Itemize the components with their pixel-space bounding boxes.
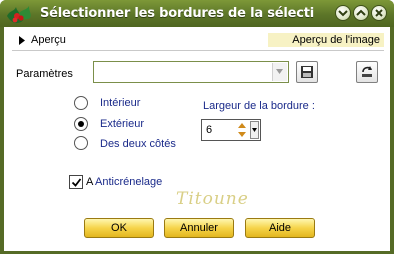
watermark-signature: Titoune — [176, 189, 249, 209]
close-button[interactable] — [371, 5, 387, 21]
cancel-button[interactable]: Annuler — [164, 218, 234, 238]
dialog-window: Sélectionner les bordures de la sélecti … — [0, 0, 394, 254]
radio-exterior[interactable] — [74, 117, 88, 131]
radio-both-sides-label: Des deux côtés — [100, 138, 176, 150]
ok-button[interactable]: OK — [84, 218, 154, 238]
chevron-down-icon — [276, 69, 283, 74]
close-icon — [375, 9, 383, 17]
save-preset-button[interactable] — [296, 61, 318, 83]
reset-button[interactable] — [356, 61, 378, 83]
params-label: Paramètres — [16, 68, 73, 80]
dialog-body: Aperçu Aperçu de l'image Paramètres Inté… — [4, 27, 390, 251]
triangle-right-icon — [19, 36, 25, 45]
window-title: Sélectionner les bordures de la sélecti — [40, 6, 315, 21]
chevron-down-icon — [252, 128, 257, 132]
radio-interior-label: Intérieur — [100, 97, 141, 109]
slider-popout-button[interactable] — [250, 121, 259, 139]
preview-toggle-label: Aperçu — [31, 34, 66, 46]
help-button[interactable]: Aide — [245, 218, 315, 238]
floppy-disk-icon — [301, 66, 313, 78]
spin-arrows-icon[interactable] — [236, 121, 248, 139]
radio-both-sides[interactable] — [74, 136, 88, 150]
border-width-label: Largeur de la bordure : — [203, 100, 315, 112]
checkmark-icon — [71, 178, 82, 187]
radio-interior[interactable] — [74, 96, 88, 110]
rollup-button[interactable] — [335, 5, 351, 21]
holly-icon — [7, 6, 31, 24]
radio-exterior-label: Extérieur — [100, 118, 145, 130]
preset-dropdown[interactable] — [93, 61, 289, 83]
border-width-spinner[interactable]: 6 — [201, 119, 261, 141]
maximize-button[interactable] — [353, 5, 369, 21]
chevron-down-icon — [338, 10, 348, 17]
reset-icon — [362, 66, 372, 77]
border-width-value: 6 — [206, 124, 213, 136]
antialias-label: Anticrénelage — [95, 176, 163, 188]
dropdown-arrow[interactable] — [272, 63, 287, 81]
separator — [12, 50, 384, 51]
title-bar[interactable]: Sélectionner les bordures de la sélecti — [0, 0, 394, 27]
antialias-checkbox[interactable] — [69, 175, 83, 189]
antialias-truncated-label: A — [86, 176, 94, 188]
image-preview-label[interactable]: Aperçu de l'image — [268, 33, 384, 47]
chevron-up-icon — [356, 9, 366, 16]
